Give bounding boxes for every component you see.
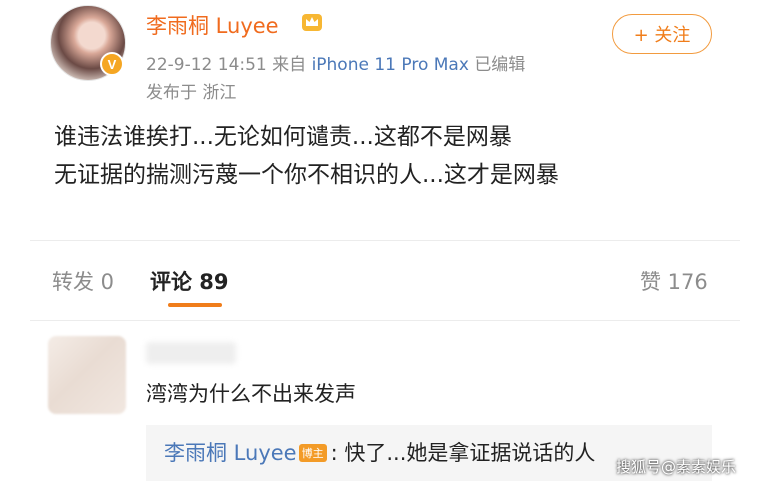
post-source-prefix: 来自 — [272, 55, 307, 75]
active-tab-indicator — [168, 303, 222, 307]
tab-likes[interactable]: 赞 176 — [640, 266, 708, 296]
commenter-name-blurred — [146, 342, 236, 364]
post-content-line: 谁违法谁挨打...无论如何谴责...这都不是网暴 — [54, 124, 512, 150]
tab-repost[interactable]: 转发 0 — [52, 266, 114, 296]
comment-text: 湾湾为什么不出来发声 — [146, 382, 356, 406]
post-location: 发布于 浙江 — [146, 83, 237, 103]
divider — [30, 240, 740, 241]
divider — [30, 320, 740, 321]
post-edited[interactable]: 已编辑 — [474, 55, 525, 75]
reply: 李雨桐 Luyee 博主: 快了...她是拿证据说话的人 — [164, 437, 595, 467]
reply-author[interactable]: 李雨桐 Luyee — [164, 441, 297, 465]
post-content: 谁违法谁挨打...无论如何谴责...这都不是网暴 无证据的揣测污蔑一个你不相识的… — [54, 118, 559, 194]
verified-badge-icon: V — [100, 52, 124, 76]
blogger-badge: 博主 — [298, 444, 327, 462]
post-content-line: 无证据的揣测污蔑一个你不相识的人...这才是网暴 — [54, 162, 559, 188]
author-name[interactable]: 李雨桐 Luyee — [146, 10, 279, 40]
watermark: 搜狐号@素素娱乐 — [616, 458, 737, 476]
post-meta: 22-9-12 14:51 来自 iPhone 11 Pro Max 已编辑 — [146, 50, 525, 75]
reply-text: : 快了...她是拿证据说话的人 — [330, 441, 596, 465]
tab-comments[interactable]: 评论 89 — [150, 266, 229, 296]
post-time: 22-9-12 14:51 — [146, 55, 267, 75]
follow-button[interactable]: + 关注 — [612, 14, 712, 54]
crown-icon — [302, 14, 322, 31]
post-device[interactable]: iPhone 11 Pro Max — [312, 55, 469, 75]
commenter-avatar[interactable] — [48, 336, 126, 414]
